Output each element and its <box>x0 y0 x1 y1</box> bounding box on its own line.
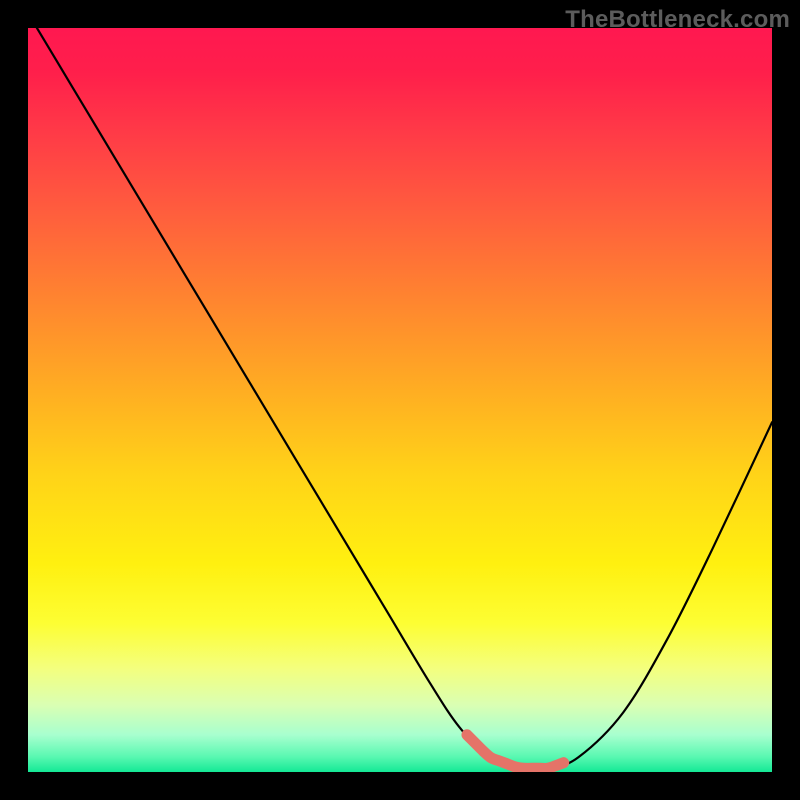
plot-area <box>28 28 772 772</box>
flat-bottom-highlight <box>467 735 564 769</box>
bottleneck-curve-path <box>28 28 772 770</box>
watermark-text: TheBottleneck.com <box>565 6 790 34</box>
chart-frame: TheBottleneck.com <box>0 0 800 800</box>
curve-layer <box>28 28 772 772</box>
